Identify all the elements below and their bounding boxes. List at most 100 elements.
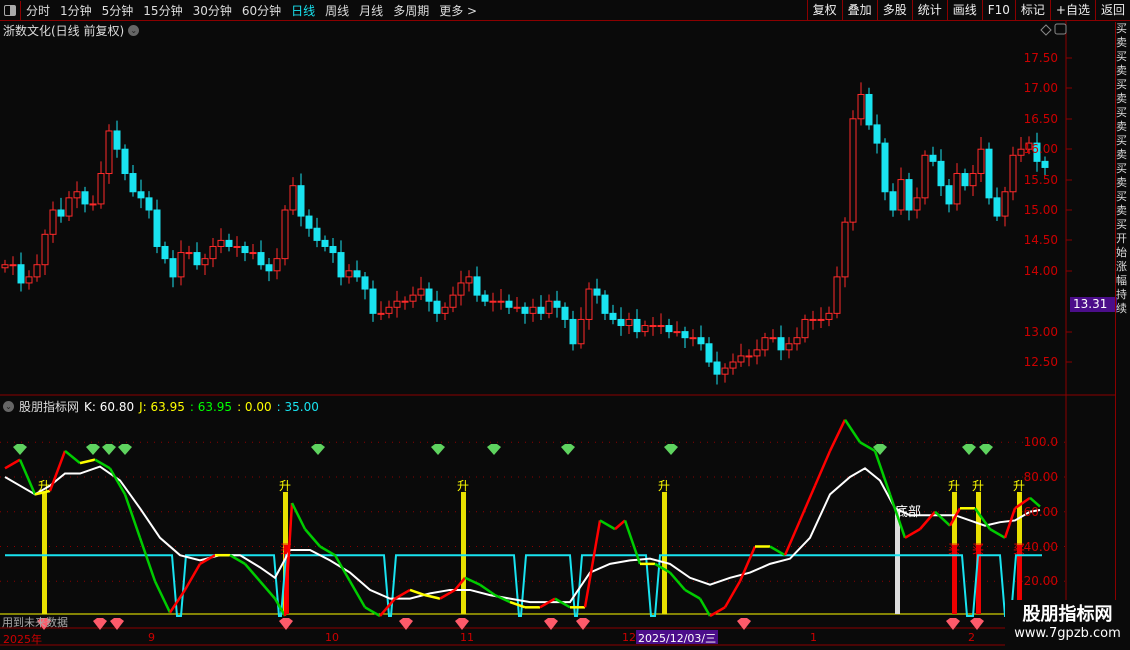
price-axis-label: 17.50 [1023, 51, 1058, 65]
candle [769, 337, 777, 340]
candle [465, 276, 473, 284]
candle [985, 148, 993, 199]
j-line-segment [769, 545, 786, 557]
signal-side-panel[interactable]: 买卖买卖买卖买卖买卖买卖买卖买开始涨幅持续 [1115, 22, 1130, 612]
candle [145, 197, 153, 211]
candle [745, 355, 753, 358]
candle [1, 264, 9, 269]
candle [233, 245, 241, 248]
date-axis-label: 11 [460, 631, 474, 644]
candle [937, 160, 945, 187]
green-gem-icon [86, 444, 100, 455]
candle [281, 209, 289, 260]
green-gem-icon [118, 444, 132, 455]
j-line-segment [409, 588, 426, 597]
candle [25, 276, 33, 284]
candle [617, 318, 625, 327]
date-axis-label: 12 [622, 631, 636, 644]
candle [57, 209, 65, 217]
indicator-name[interactable]: 股朋指标网 [19, 398, 79, 415]
candle [993, 197, 1001, 217]
candle [585, 288, 593, 320]
candle [193, 252, 201, 266]
j-line-segment [79, 458, 96, 465]
candle [793, 337, 801, 345]
v3-value: : 0.00 [237, 399, 272, 414]
candle [713, 361, 721, 375]
candle [665, 325, 673, 333]
green-gem-icon [962, 444, 976, 455]
candle [17, 264, 25, 284]
candle [473, 276, 481, 296]
candle [201, 258, 209, 266]
candle [753, 349, 761, 357]
j-line-segment [4, 458, 21, 470]
j-line-segment [364, 606, 381, 618]
j-line-segment [828, 419, 847, 452]
candle [945, 185, 953, 205]
candle [377, 312, 385, 315]
j-line-segment [599, 519, 616, 531]
candle [657, 325, 665, 328]
candle [129, 173, 137, 193]
date-axis-label: 10 [325, 631, 339, 644]
j-line-segment [843, 418, 862, 443]
candle [729, 361, 737, 369]
candle [89, 203, 97, 206]
indicator-axis-label: 40.00 [1023, 539, 1058, 554]
j-line-segment [394, 588, 411, 600]
candle [169, 258, 177, 278]
current-price-tag: 13.31 [1070, 297, 1117, 312]
candle [73, 191, 81, 199]
candle [633, 318, 641, 333]
green-gem-icon [664, 444, 678, 455]
k-line [4, 465, 1041, 604]
candle [721, 367, 729, 375]
j-line-segment [798, 485, 817, 521]
candle [929, 154, 937, 162]
candle [65, 197, 73, 217]
candle [313, 227, 321, 241]
kline-chart[interactable]: 升升升升升升升买买买买底部 [0, 0, 1130, 650]
candle [1001, 191, 1009, 217]
candle [1009, 154, 1017, 193]
candle [817, 318, 825, 321]
candle [705, 343, 713, 363]
chevron-down-icon[interactable]: ⌄ [3, 401, 14, 412]
date-axis-label: 1 [810, 631, 817, 644]
green-gem-icon [561, 444, 575, 455]
green-gem-icon [102, 444, 116, 455]
date-axis-label: 2 [968, 631, 975, 644]
candle [505, 300, 513, 308]
candle [1041, 160, 1049, 168]
indicator-axis-label: 60.00 [1023, 504, 1058, 519]
candle [761, 337, 769, 351]
candle [833, 276, 841, 314]
indicator-axis-label: 20.00 [1023, 574, 1058, 589]
candle [433, 300, 441, 314]
candle [177, 252, 185, 278]
candle [425, 288, 433, 302]
candle [353, 270, 361, 278]
candle [977, 148, 985, 175]
j-line-segment [48, 450, 67, 492]
candle [697, 337, 705, 345]
candle [889, 191, 897, 211]
candle [97, 173, 105, 205]
candle [737, 355, 745, 363]
candle [105, 130, 113, 175]
candle [849, 118, 857, 223]
candle [297, 185, 305, 217]
rise-label: 升 [457, 479, 469, 493]
candle [841, 221, 849, 278]
candle [601, 294, 609, 314]
candle [857, 93, 865, 120]
candle [865, 93, 873, 126]
j-line-segment [424, 593, 441, 600]
candle [681, 331, 689, 339]
indicator-axis-label: 80.00 [1023, 470, 1058, 484]
candle [953, 173, 961, 205]
candle [641, 325, 649, 333]
candle [553, 300, 561, 308]
price-axis-label: 12.50 [1023, 355, 1058, 369]
